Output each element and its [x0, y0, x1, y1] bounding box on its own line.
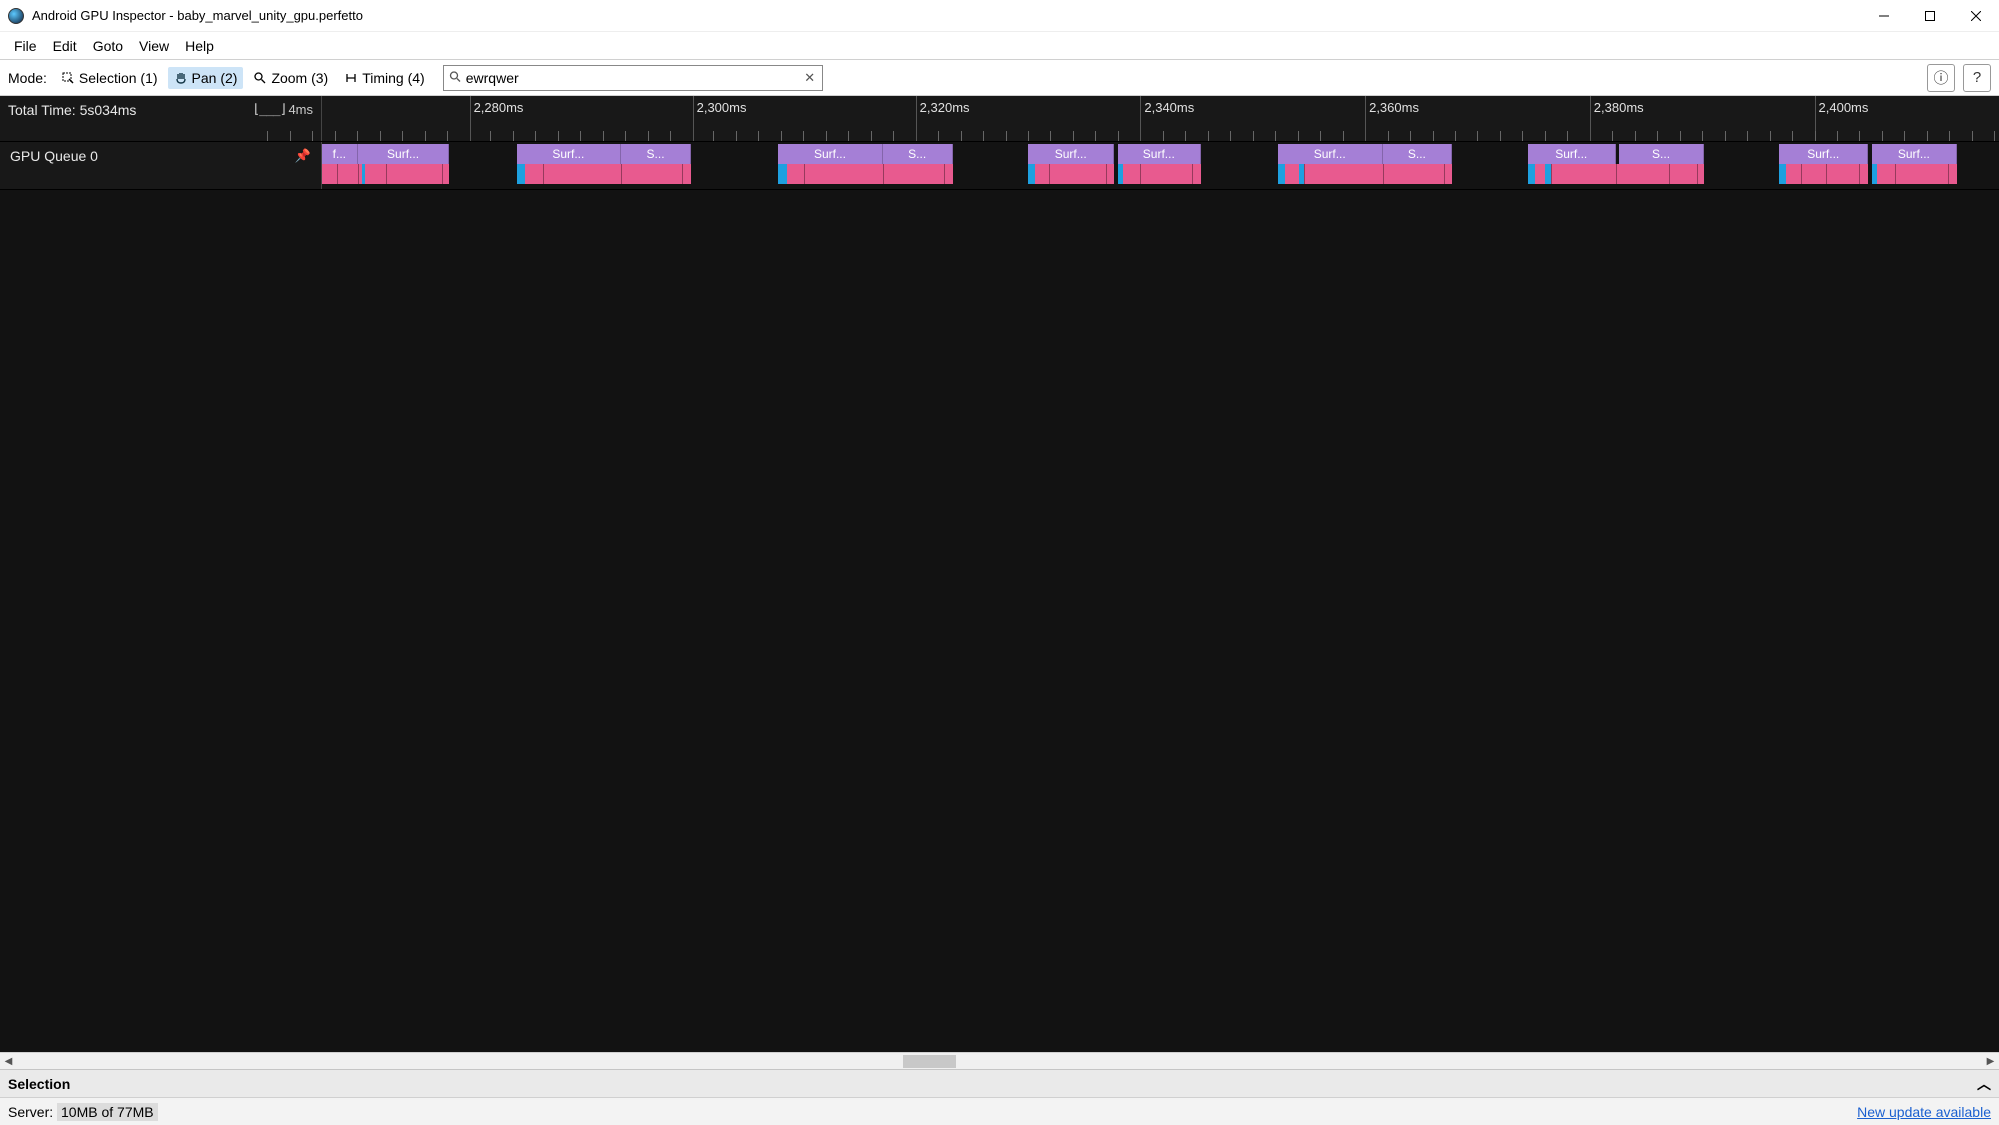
ruler-label: 2,360ms [1365, 100, 1419, 115]
timeline-body[interactable] [0, 190, 1999, 1052]
slice[interactable]: Surf... [517, 144, 622, 164]
close-button[interactable] [1953, 0, 1999, 32]
mode-icon [253, 71, 267, 85]
scroll-left-button[interactable]: ◀ [0, 1053, 17, 1070]
scroll-track[interactable] [17, 1053, 1982, 1069]
slice-group[interactable]: f...Surf... [322, 144, 449, 184]
ruler-label: 2,340ms [1140, 100, 1194, 115]
slice[interactable] [1872, 164, 1957, 184]
slice[interactable] [1528, 164, 1535, 184]
slice-group[interactable]: Surf...S... [517, 144, 691, 184]
ruler-label: 2,400ms [1815, 100, 1869, 115]
slice[interactable] [362, 164, 366, 184]
slice-group[interactable]: Surf...S... [1528, 144, 1704, 184]
mode-pan-button[interactable]: Pan (2) [168, 67, 244, 89]
mode-selection-button[interactable]: Selection (1) [55, 67, 164, 89]
slice-group[interactable]: Surf...Surf... [1779, 144, 1957, 184]
ruler-label: 2,300ms [693, 100, 747, 115]
titlebar: Android GPU Inspector - baby_marvel_unit… [0, 0, 1999, 32]
mode-icon [61, 71, 75, 85]
slice[interactable] [1028, 164, 1114, 184]
server-memory: 10MB of 77MB [57, 1103, 158, 1121]
search-input[interactable] [443, 65, 823, 91]
ruler-label: 2,320ms [916, 100, 970, 115]
slice[interactable] [778, 164, 787, 184]
menu-view[interactable]: View [131, 35, 177, 57]
ruler-label: 2,280ms [470, 100, 524, 115]
slice[interactable] [517, 164, 526, 184]
track-row[interactable]: GPU Queue 0 📌 f...Surf...Surf...S...Surf… [0, 142, 1999, 190]
help-button[interactable]: ? [1963, 64, 1991, 92]
minimize-button[interactable] [1861, 0, 1907, 32]
slice[interactable]: Surf... [1779, 144, 1868, 164]
scale-indicator: ⌊___⌋ 4ms [252, 102, 313, 117]
chevron-up-icon[interactable]: ︿ [1977, 1074, 1991, 1094]
menu-help[interactable]: Help [177, 35, 222, 57]
horizontal-scrollbar[interactable]: ◀ ▶ [0, 1052, 1999, 1069]
track-name: GPU Queue 0 [10, 148, 98, 164]
mode-timing-button[interactable]: Timing (4) [338, 67, 431, 89]
server-label: Server: [8, 1104, 53, 1120]
scroll-right-button[interactable]: ▶ [1982, 1053, 1999, 1070]
slice[interactable] [1278, 164, 1285, 184]
slice[interactable]: Surf... [1028, 144, 1114, 164]
slice[interactable]: Surf... [1118, 144, 1201, 164]
mode-toolbar: Mode: Selection (1)Pan (2)Zoom (3)Timing… [0, 60, 1999, 96]
slice[interactable] [1779, 164, 1868, 184]
slice[interactable] [1872, 164, 1877, 184]
slice[interactable] [1118, 164, 1201, 184]
info-button[interactable]: ⓘ [1927, 64, 1955, 92]
menu-goto[interactable]: Goto [85, 35, 131, 57]
slice[interactable]: f... [322, 144, 358, 164]
ruler-label: 2,380ms [1590, 100, 1644, 115]
selection-panel-header[interactable]: Selection ︿ [0, 1069, 1999, 1097]
slice-group[interactable]: Surf...Surf... [1028, 144, 1201, 184]
total-time-label: Total Time: 5s034ms [8, 102, 136, 118]
selection-title: Selection [8, 1076, 70, 1092]
mode-label: Mode: [8, 70, 47, 86]
slice-group[interactable]: Surf...S... [1278, 144, 1452, 184]
slice[interactable]: Surf... [1278, 144, 1383, 164]
time-ruler[interactable]: Total Time: 5s034ms ⌊___⌋ 4ms 2,280ms 2,3… [0, 96, 1999, 142]
pin-icon[interactable]: 📌 [295, 148, 311, 164]
window-title: Android GPU Inspector - baby_marvel_unit… [32, 8, 363, 23]
slice[interactable]: S... [1383, 144, 1453, 164]
slice[interactable] [1779, 164, 1786, 184]
search-clear-button[interactable]: ✕ [801, 69, 819, 87]
menu-file[interactable]: File [6, 35, 45, 57]
timeline-view[interactable]: Total Time: 5s034ms ⌊___⌋ 4ms 2,280ms 2,3… [0, 96, 1999, 1052]
mode-zoom-button[interactable]: Zoom (3) [247, 67, 334, 89]
mode-icon [174, 71, 188, 85]
scroll-thumb[interactable] [903, 1055, 956, 1068]
maximize-button[interactable] [1907, 0, 1953, 32]
slice[interactable]: Surf... [358, 144, 450, 164]
slice[interactable]: Surf... [1872, 144, 1957, 164]
update-link[interactable]: New update available [1857, 1104, 1991, 1120]
slice[interactable] [1028, 164, 1035, 184]
menu-edit[interactable]: Edit [45, 35, 85, 57]
slice[interactable]: S... [883, 144, 953, 164]
slice[interactable] [1118, 164, 1123, 184]
mode-icon [344, 71, 358, 85]
app-icon [8, 8, 24, 24]
slice[interactable]: Surf... [1528, 144, 1616, 164]
menubar: FileEditGotoViewHelp [0, 32, 1999, 60]
slice[interactable]: Surf... [778, 144, 883, 164]
slice[interactable]: S... [621, 144, 691, 164]
statusbar: Server: 10MB of 77MB New update availabl… [0, 1097, 1999, 1125]
slice[interactable]: S... [1619, 144, 1704, 164]
slice-group[interactable]: Surf...S... [778, 144, 952, 184]
